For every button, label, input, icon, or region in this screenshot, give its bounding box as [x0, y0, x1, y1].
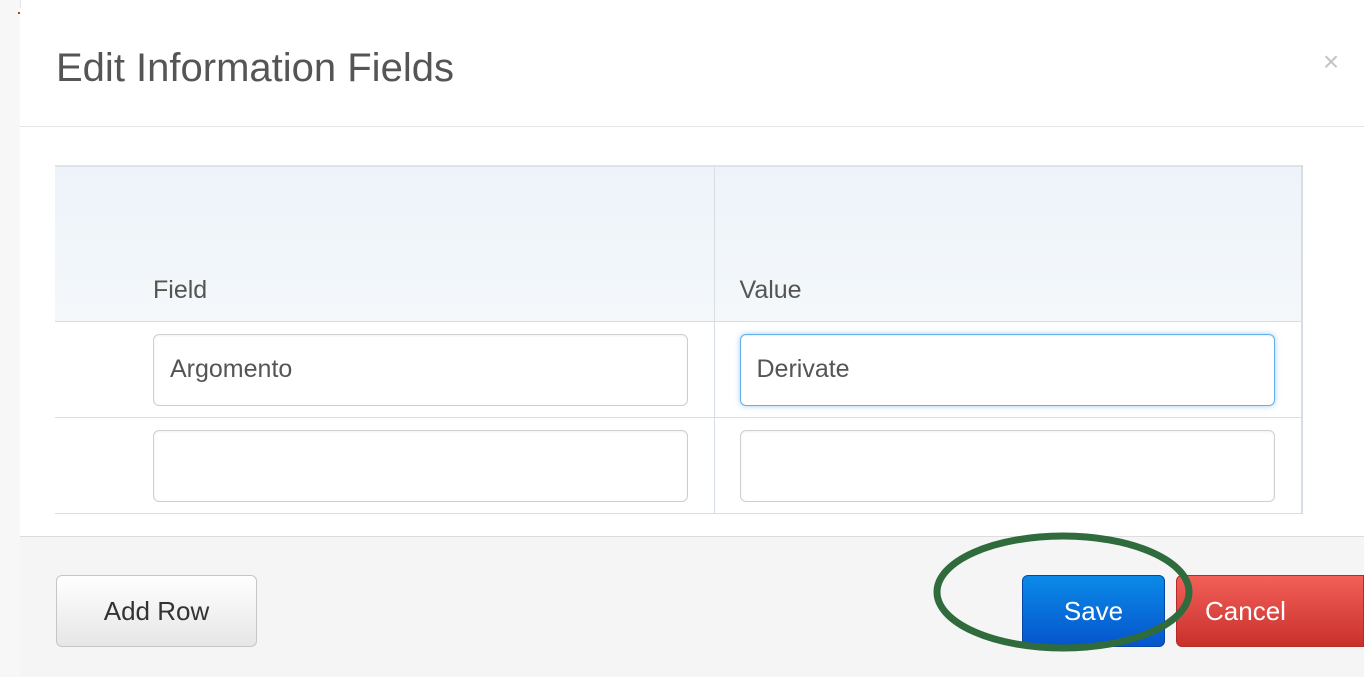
- save-button[interactable]: Save: [1022, 575, 1165, 647]
- fields-table: Field Value: [55, 165, 1303, 514]
- field-input[interactable]: [153, 333, 688, 406]
- column-header-value: Value: [714, 165, 1303, 322]
- value-cell: [714, 321, 1303, 418]
- left-edge-background: [0, 0, 21, 677]
- add-row-button[interactable]: Add Row: [56, 575, 257, 647]
- dialog-footer: Add Row Save Cancel: [20, 536, 1364, 677]
- value-input[interactable]: [739, 333, 1275, 406]
- cancel-button[interactable]: Cancel: [1176, 575, 1364, 647]
- dialog-title: Edit Information Fields: [56, 46, 454, 90]
- fields-table-container: Field Value: [55, 165, 1303, 514]
- page: Edit Information Fields × Field Value Ar…: [0, 0, 1364, 677]
- value-cell: [714, 417, 1303, 514]
- value-input[interactable]: [739, 429, 1275, 502]
- field-cell: [55, 417, 715, 514]
- table-row: [55, 417, 1303, 514]
- edit-fields-dialog: Edit Information Fields × Field Value Ar…: [20, 8, 1364, 677]
- dialog-header: Edit Information Fields ×: [20, 8, 1364, 127]
- field-cell: [55, 321, 715, 418]
- column-header-field: Field: [55, 165, 715, 322]
- table-header-row: Field Value: [55, 165, 1303, 322]
- field-input[interactable]: [153, 429, 688, 502]
- table-row: [55, 321, 1303, 418]
- close-icon[interactable]: ×: [1316, 42, 1346, 82]
